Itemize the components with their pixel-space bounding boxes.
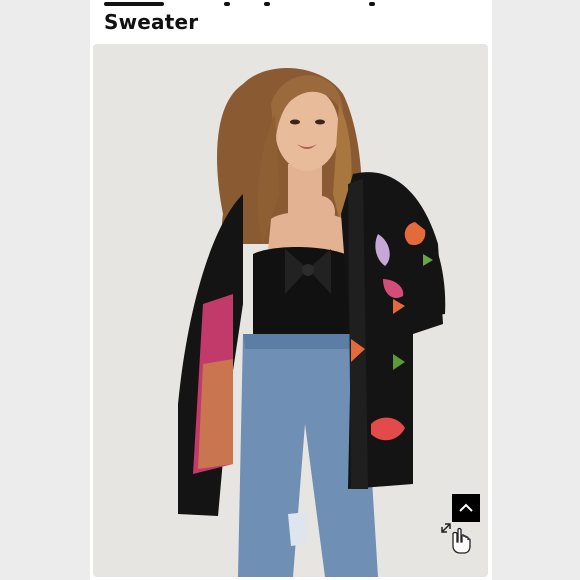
model-illustration bbox=[93, 44, 488, 577]
page: Sweater bbox=[0, 0, 580, 580]
product-photo[interactable] bbox=[93, 44, 488, 577]
hand-expand-icon bbox=[441, 523, 471, 554]
title-cut-line bbox=[104, 2, 394, 8]
zoom-hand-button[interactable] bbox=[438, 520, 474, 556]
chevron-up-icon bbox=[459, 503, 473, 512]
product-title: Sweater bbox=[104, 10, 199, 34]
scroll-to-top-button[interactable] bbox=[452, 494, 480, 522]
